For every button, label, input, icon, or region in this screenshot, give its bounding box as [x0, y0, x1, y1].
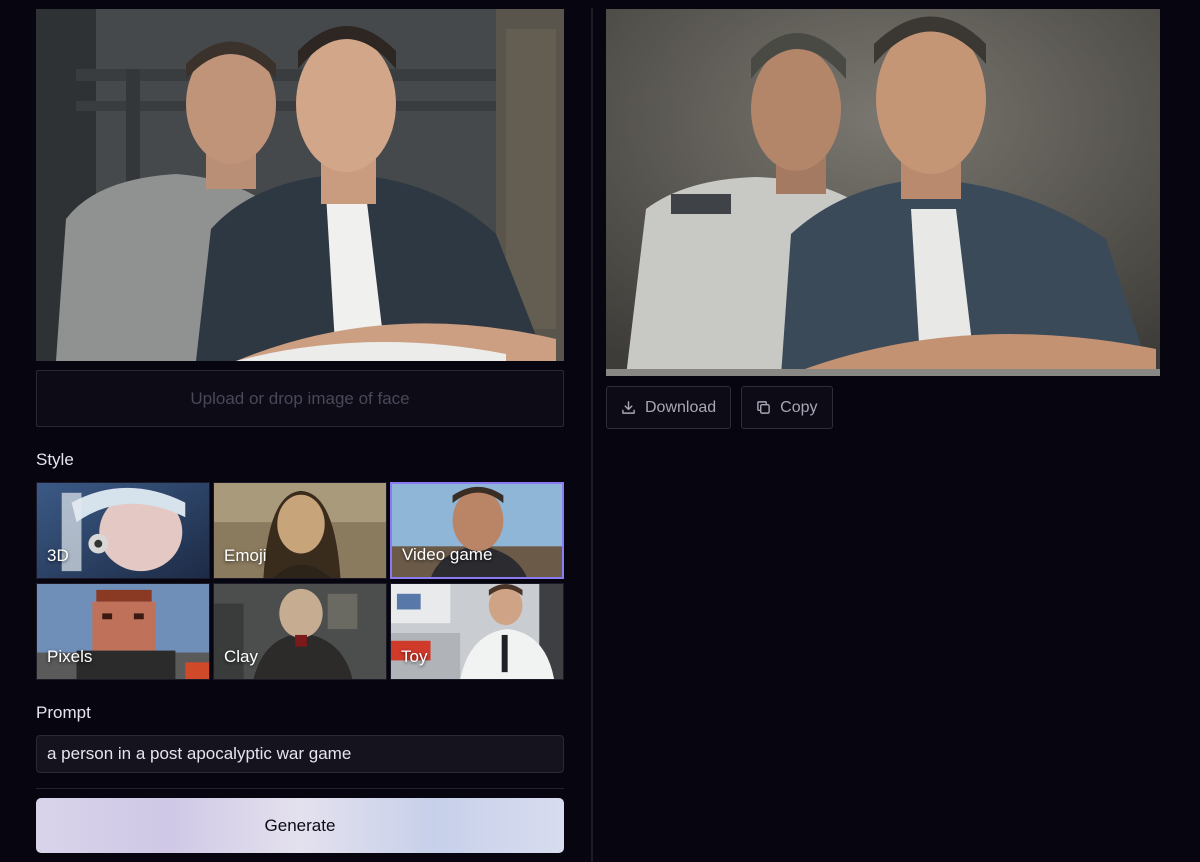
column-divider [591, 8, 593, 862]
style-label-3d: 3D [47, 546, 69, 565]
output-generated-image [606, 9, 1160, 376]
copy-icon [757, 401, 770, 414]
copy-label: Copy [780, 398, 818, 416]
style-label-pixels: Pixels [47, 647, 93, 666]
upload-dropzone[interactable]: Upload or drop image of face [36, 370, 564, 427]
download-icon [622, 401, 635, 414]
upload-placeholder: Upload or drop image of face [190, 388, 410, 408]
generate-button[interactable]: Generate [36, 798, 564, 853]
face-to-sticker-app: Upload or drop image of face Style 3D Em… [0, 0, 1200, 862]
style-option-3d[interactable]: 3D [36, 482, 210, 579]
output-actions: Download Copy [606, 386, 833, 429]
style-option-emoji[interactable]: Emoji [213, 482, 387, 579]
prompt-input[interactable] [36, 735, 564, 773]
style-option-pixels[interactable]: Pixels [36, 583, 210, 680]
section-divider [36, 788, 564, 789]
input-face-photo[interactable] [36, 9, 564, 361]
input-panel: Upload or drop image of face Style 3D Em… [36, 0, 564, 862]
style-label-video-game: Video game [402, 545, 493, 564]
style-section-label: Style [36, 450, 74, 469]
output-panel: Download Copy [606, 0, 1160, 862]
prompt-section-label: Prompt [36, 703, 91, 722]
copy-button[interactable]: Copy [741, 386, 833, 429]
style-label-clay: Clay [224, 647, 259, 666]
style-label-emoji: Emoji [224, 546, 267, 565]
style-option-toy[interactable]: Toy [390, 583, 564, 680]
download-label: Download [645, 398, 717, 416]
download-button[interactable]: Download [606, 386, 732, 429]
style-label-toy: Toy [401, 647, 428, 666]
style-option-clay[interactable]: Clay [213, 583, 387, 680]
style-option-video-game[interactable]: Video game [390, 482, 564, 579]
style-grid: 3D Emoji Video game Pixels Clay Toy [36, 482, 564, 680]
